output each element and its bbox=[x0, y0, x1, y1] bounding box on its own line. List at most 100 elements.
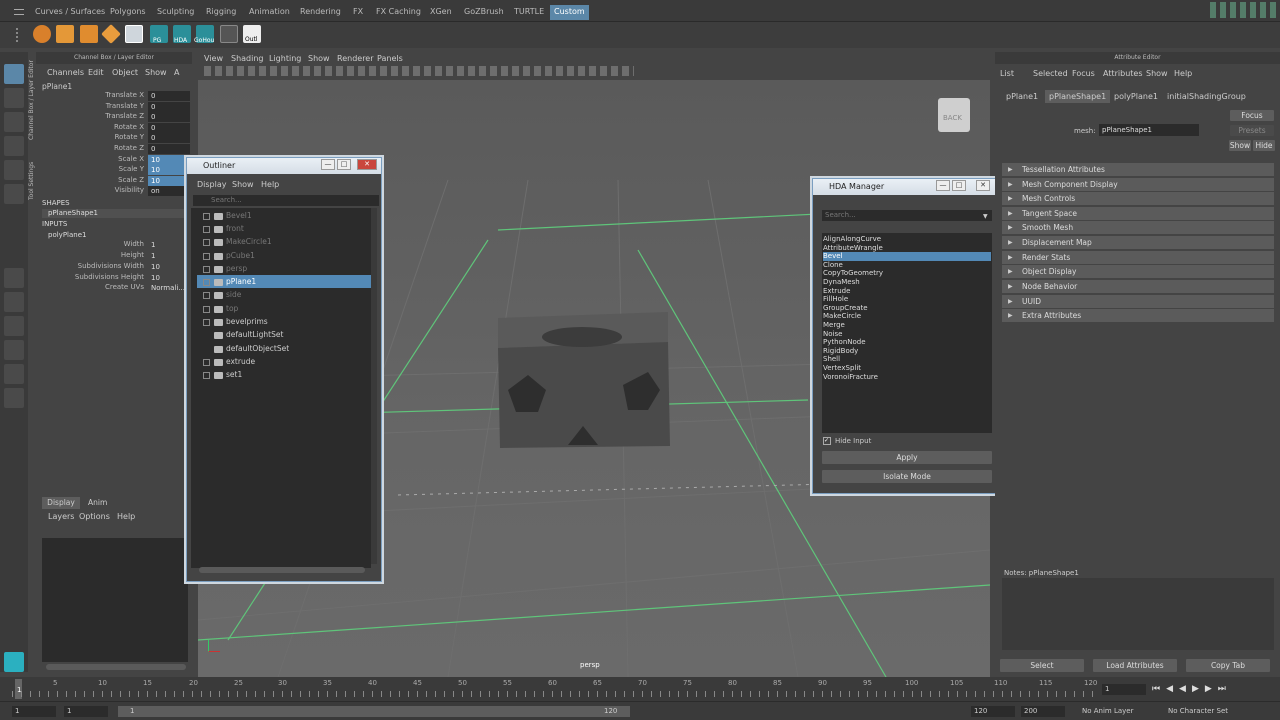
layout-two-icon[interactable] bbox=[4, 316, 24, 336]
attr-value[interactable]: 10 bbox=[148, 155, 190, 165]
presets-button[interactable]: Presets bbox=[1230, 125, 1274, 136]
hda-icon[interactable]: HDA bbox=[173, 25, 191, 44]
shelf-tab-fx[interactable]: FX bbox=[349, 5, 367, 20]
section-mesh-controls[interactable]: Mesh Controls bbox=[1002, 192, 1274, 205]
shape-name[interactable]: pPlaneShape1 bbox=[42, 209, 192, 218]
section-node-behavior[interactable]: Node Behavior bbox=[1002, 280, 1274, 293]
list-item[interactable]: pCube1 bbox=[197, 249, 371, 262]
tab-pplane1[interactable]: pPlane1 bbox=[1006, 92, 1038, 101]
section-tangent-space[interactable]: Tangent Space bbox=[1002, 207, 1274, 220]
hide-input-checkbox[interactable]: ✓ bbox=[823, 437, 831, 445]
attr-value[interactable]: 10 bbox=[148, 273, 190, 283]
outliner-icon[interactable]: Outl bbox=[243, 25, 261, 43]
list-item[interactable]: Clone bbox=[823, 261, 991, 270]
attr-row[interactable]: Translate Z 0 bbox=[0, 112, 190, 122]
time-slider[interactable]: 1 5 10 15 20 25 30 35 40 45 50 55 60 65 … bbox=[0, 677, 1280, 701]
maximize-button[interactable]: □ bbox=[337, 159, 351, 170]
list-item[interactable]: Bevel bbox=[823, 252, 991, 261]
range-bar[interactable] bbox=[118, 706, 630, 717]
minimize-button[interactable]: — bbox=[936, 180, 950, 191]
shelf-tab-animation[interactable]: Animation bbox=[245, 5, 294, 20]
attr-row[interactable]: Rotate X 0 bbox=[0, 123, 190, 133]
list-item[interactable]: bevelprims bbox=[197, 315, 371, 328]
list-item[interactable]: PythonNode bbox=[823, 338, 991, 347]
attr-row[interactable]: Subdivisions Width 10 bbox=[0, 262, 190, 272]
anim-layer-dropdown[interactable]: No Anim Layer bbox=[1082, 707, 1162, 715]
transfer-icon[interactable] bbox=[220, 25, 238, 43]
menu-display[interactable]: Display bbox=[197, 180, 227, 189]
list-item[interactable]: RigidBody bbox=[823, 347, 991, 356]
attr-value[interactable]: 0 bbox=[148, 123, 190, 133]
shelf-tab-rigging[interactable]: Rigging bbox=[202, 5, 240, 20]
hda-search-input[interactable]: Search... bbox=[822, 210, 992, 221]
section-object-display[interactable]: Object Display bbox=[1002, 265, 1274, 278]
character-set-dropdown[interactable]: No Character Set bbox=[1168, 707, 1248, 715]
menu-show[interactable]: Show bbox=[145, 68, 167, 77]
playback-end-field[interactable]: 120 bbox=[971, 706, 1015, 717]
attr-row[interactable]: Width 1 bbox=[0, 240, 190, 250]
notes-field[interactable] bbox=[1002, 578, 1274, 650]
section-mesh-component-display[interactable]: Mesh Component Display bbox=[1002, 178, 1274, 191]
menu-attributes[interactable]: Attributes bbox=[1103, 69, 1143, 78]
list-item[interactable]: Noise bbox=[823, 330, 991, 339]
layer-scrollbar[interactable] bbox=[46, 664, 186, 670]
attr-row[interactable]: Scale X 10 bbox=[0, 155, 190, 165]
attr-value[interactable]: 0 bbox=[148, 133, 190, 143]
shelf-tab-custom[interactable]: Custom bbox=[550, 5, 589, 20]
view-cube[interactable]: BACK bbox=[938, 98, 970, 132]
list-item[interactable]: CopyToGeometry bbox=[823, 269, 991, 278]
menu-show[interactable]: Show bbox=[1146, 69, 1168, 78]
list-item[interactable]: front bbox=[197, 222, 371, 235]
menu-a[interactable]: A bbox=[174, 68, 179, 77]
outliner-search-input[interactable]: Search... bbox=[193, 195, 379, 206]
menu-view[interactable]: View bbox=[204, 54, 223, 63]
section-smooth-mesh[interactable]: Smooth Mesh bbox=[1002, 221, 1274, 234]
shelf-tab-sculpting[interactable]: Sculpting bbox=[153, 5, 198, 20]
list-item[interactable]: GroupCreate bbox=[823, 304, 991, 313]
menu-list[interactable]: List bbox=[1000, 69, 1014, 78]
section-uuid[interactable]: UUID bbox=[1002, 295, 1274, 308]
menu-show[interactable]: Show bbox=[232, 180, 254, 189]
list-item[interactable]: MakeCircle bbox=[823, 312, 991, 321]
menu-help[interactable]: Help bbox=[117, 512, 135, 521]
menu-layers[interactable]: Layers bbox=[48, 512, 74, 521]
list-item[interactable]: extrude bbox=[197, 355, 371, 368]
hda-title-bar[interactable]: HDA Manager — □ ✕ bbox=[813, 179, 1000, 195]
hda-search-dropdown-icon[interactable]: ▼ bbox=[983, 213, 988, 220]
shelf-tab-turtle[interactable]: TURTLE bbox=[510, 5, 548, 20]
list-item[interactable]: set1 bbox=[197, 368, 371, 381]
list-item[interactable]: FillHole bbox=[823, 295, 991, 304]
attr-row[interactable]: Visibility on bbox=[0, 186, 190, 196]
poly-plane-icon[interactable] bbox=[101, 24, 121, 44]
shelf-tab-curves[interactable]: Curves / Surfaces bbox=[31, 5, 109, 20]
tab-polyplane1[interactable]: polyPlane1 bbox=[1114, 92, 1158, 101]
attr-value[interactable]: 0 bbox=[148, 91, 190, 101]
attr-value[interactable]: 0 bbox=[148, 102, 190, 112]
gohou-icon[interactable]: GoHou bbox=[194, 25, 214, 44]
attr-value[interactable]: Normali... bbox=[148, 283, 190, 293]
attr-row[interactable]: Translate Y 0 bbox=[0, 102, 190, 112]
select-button[interactable]: Select bbox=[1000, 659, 1084, 672]
shelf-tab-gozbrush[interactable]: GoZBrush bbox=[460, 5, 508, 20]
start-time-field[interactable]: 1 bbox=[12, 706, 56, 717]
shelf-tab-polygons[interactable]: Polygons bbox=[106, 5, 150, 20]
attr-value[interactable]: 0 bbox=[148, 112, 190, 122]
section-displacement-map[interactable]: Displacement Map bbox=[1002, 236, 1274, 249]
list-item[interactable]: side bbox=[197, 288, 371, 301]
list-item[interactable]: Bevel1 bbox=[197, 209, 371, 222]
close-button[interactable]: ✕ bbox=[976, 180, 990, 191]
attr-value[interactable]: 10 bbox=[148, 262, 190, 272]
attr-row[interactable]: Rotate Z 0 bbox=[0, 144, 190, 154]
list-item[interactable]: defaultObjectSet bbox=[197, 342, 371, 355]
poly-cube-icon[interactable] bbox=[56, 25, 74, 43]
shelf-tab-rendering[interactable]: Rendering bbox=[296, 5, 345, 20]
outliner-hscrollbar[interactable] bbox=[199, 567, 365, 573]
load-attributes-button[interactable]: Load Attributes bbox=[1093, 659, 1177, 672]
close-button[interactable]: ✕ bbox=[357, 159, 377, 170]
list-item[interactable]: MakeCircle1 bbox=[197, 235, 371, 248]
layout-icons[interactable] bbox=[1210, 2, 1276, 18]
list-item[interactable]: defaultLightSet bbox=[197, 328, 371, 341]
tab-pplaneshape1[interactable]: pPlaneShape1 bbox=[1045, 90, 1111, 103]
attr-value[interactable]: 1 bbox=[148, 251, 190, 261]
menu-focus[interactable]: Focus bbox=[1072, 69, 1095, 78]
